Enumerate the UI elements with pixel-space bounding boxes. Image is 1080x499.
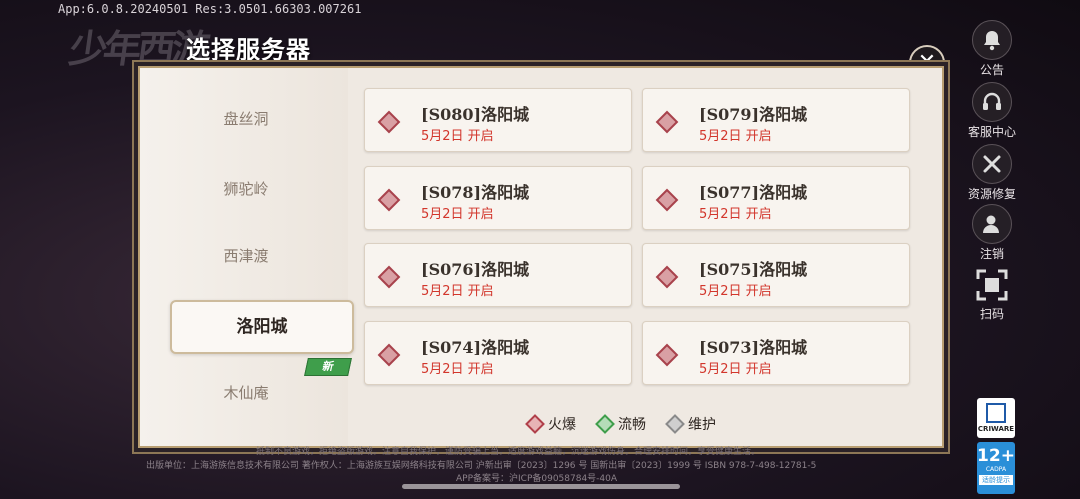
region-tab-xijindu[interactable]: 西津渡 [184,245,308,266]
server-open-date: 5月2日 开启 [699,362,772,377]
scan-button[interactable]: 扫码 [968,266,1016,322]
status-hot-icon [377,110,401,134]
status-hot-icon [377,188,401,212]
logout-button[interactable]: 注销 [968,204,1016,262]
server-open-date: 5月2日 开启 [699,284,772,299]
criware-badge: CRIWARE [977,398,1015,438]
version-info: App:6.0.8.20240501 Res:3.0501.66303.0072… [58,2,362,16]
status-hot-icon [655,343,679,367]
announcement-label: 公告 [979,63,1004,77]
server-card[interactable]: [S074]洛阳城 5月2日 开启 [364,321,632,385]
diamond-smooth-icon [595,414,615,434]
region-tab-pansidong[interactable]: 盘丝洞 [184,108,308,129]
customer-service-label: 客服中心 [968,125,1017,139]
server-open-date: 5月2日 开启 [421,362,494,377]
server-card[interactable]: [S077]洛阳城 5月2日 开启 [642,166,910,230]
home-indicator[interactable] [402,484,680,489]
server-open-date: 5月2日 开启 [699,207,772,222]
server-name: [S080]洛阳城 [421,105,530,124]
resource-repair-label: 资源修复 [968,187,1017,201]
diamond-maintenance-icon [665,414,685,434]
region-tab-muxianan[interactable]: 木仙庵 [184,382,308,403]
scan-icon [973,266,1011,304]
user-logout-icon [972,204,1012,244]
server-select-panel: 盘丝洞 狮驼岭 西津渡 洛阳城 木仙庵 新 [S080]洛阳城 5月2日 开启 … [138,66,944,448]
legend-maintenance-label: 维护 [688,417,716,433]
server-name: [S076]洛阳城 [421,260,530,279]
status-hot-icon [377,343,401,367]
server-name: [S079]洛阳城 [699,105,808,124]
server-open-date: 5月2日 开启 [421,129,494,144]
region-nav: 盘丝洞 狮驼岭 西津渡 洛阳城 木仙庵 新 [140,68,354,446]
diamond-hot-icon [525,414,545,434]
age-rating: 12+ [977,446,1015,466]
criware-label: CRIWARE [977,425,1015,433]
scan-label: 扫码 [979,307,1004,321]
server-name: [S073]洛阳城 [699,338,808,357]
server-card[interactable]: [S078]洛阳城 5月2日 开启 [364,166,632,230]
legend-hot-label: 火爆 [548,417,576,433]
legend-hot: 火爆 [525,414,576,434]
region-tab-shituoling[interactable]: 狮驼岭 [184,178,308,199]
criware-logo-icon [986,403,1006,423]
server-open-date: 5月2日 开启 [421,207,494,222]
age-rating-badge[interactable]: 12+ CADPA 适龄提示 [977,442,1015,494]
wrench-icon [972,144,1012,184]
status-hot-icon [655,265,679,289]
server-open-date: 5月2日 开启 [421,284,494,299]
server-card[interactable]: [S076]洛阳城 5月2日 开启 [364,243,632,307]
legend-maintenance: 维护 [665,414,716,434]
status-hot-icon [377,265,401,289]
server-card[interactable]: [S075]洛阳城 5月2日 开启 [642,243,910,307]
customer-service-button[interactable]: 客服中心 [968,82,1016,140]
status-legend: 火爆 流畅 维护 [525,414,716,434]
new-badge: 新 [304,358,352,376]
legend-smooth: 流畅 [595,414,646,434]
age-tip: 适龄提示 [979,475,1013,485]
status-hot-icon [655,188,679,212]
legend-smooth-label: 流畅 [618,417,646,433]
server-name: [S074]洛阳城 [421,338,530,357]
icp-info: APP备案号：沪ICP备09058784号-40A [456,474,618,484]
server-card[interactable]: [S080]洛阳城 5月2日 开启 [364,88,632,152]
publisher-info: 出版单位：上海游族信息技术有限公司 著作权人：上海游族互娱网络科技有限公司 沪新… [146,461,817,471]
region-tab-luoyangcheng[interactable]: 洛阳城 [170,300,354,354]
resource-repair-button[interactable]: 资源修复 [968,144,1016,202]
bell-icon [972,20,1012,60]
server-card[interactable]: [S079]洛阳城 5月2日 开启 [642,88,910,152]
server-open-date: 5月2日 开启 [699,129,772,144]
server-card[interactable]: [S073]洛阳城 5月2日 开启 [642,321,910,385]
server-name: [S078]洛阳城 [421,183,530,202]
logout-label: 注销 [979,247,1004,261]
announcement-button[interactable]: 公告 [968,20,1016,78]
status-hot-icon [655,110,679,134]
health-notice: 抵制不良游戏，拒绝盗版游戏。注意自我保护，谨防受骗上当。适度游戏益脑，沉迷游戏伤… [256,447,761,457]
age-org: CADPA [985,466,1007,473]
server-name: [S075]洛阳城 [699,260,808,279]
headset-icon [972,82,1012,122]
server-name: [S077]洛阳城 [699,183,808,202]
dialog-title: 选择服务器 [186,35,311,64]
